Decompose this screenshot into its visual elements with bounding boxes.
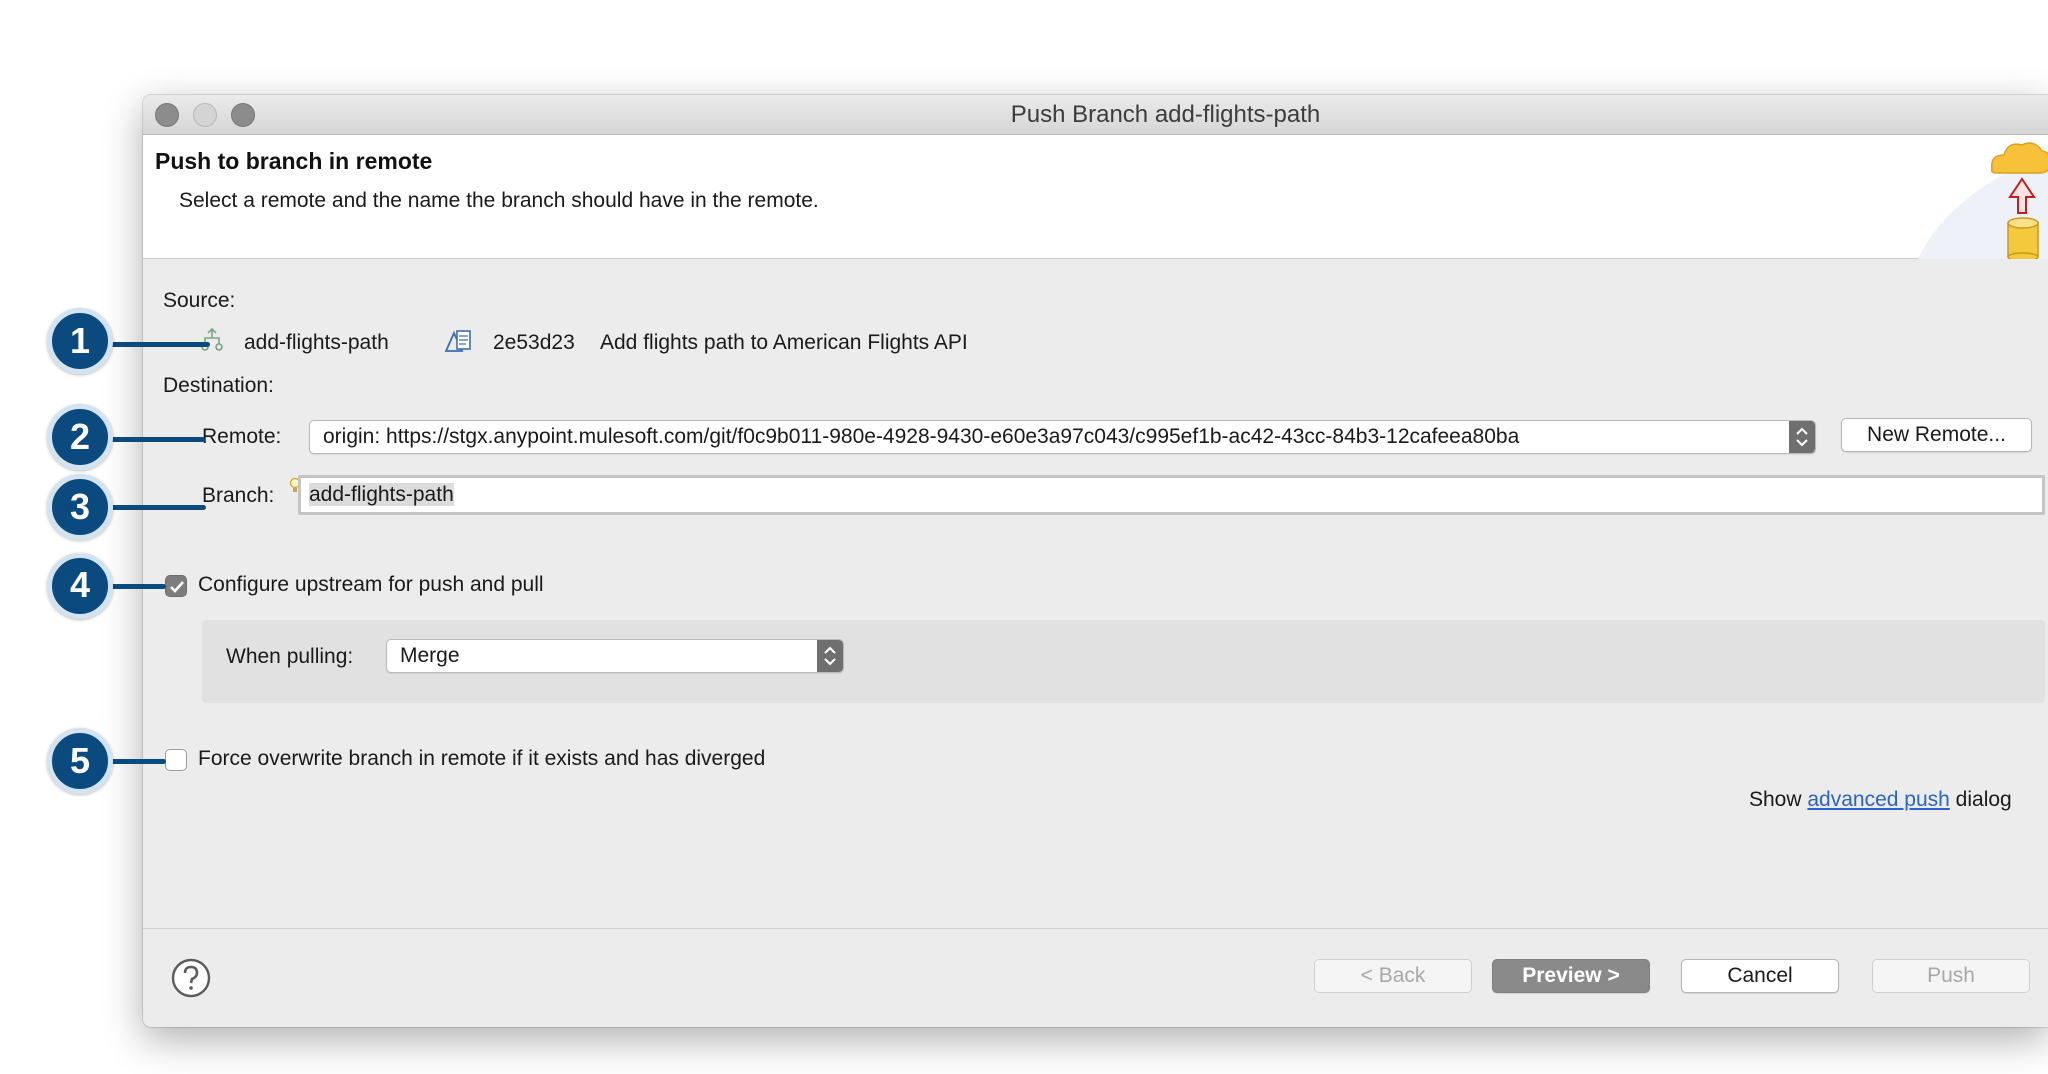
callout-badge: 2 — [47, 404, 113, 470]
when-pulling-select-value: Merge — [400, 644, 460, 667]
when-pulling-select[interactable]: Merge — [386, 639, 844, 673]
window-title: Push Branch add-flights-path — [1010, 101, 1321, 128]
source-commit-id: 2e53d23 — [493, 331, 575, 354]
push-button[interactable]: Push — [1872, 959, 2030, 993]
advanced-push-link[interactable]: advanced push — [1807, 788, 1949, 811]
push-to-cloud-icon — [1918, 142, 2048, 259]
advanced-push-prefix: Show — [1749, 788, 1802, 811]
commit-icon — [444, 330, 471, 352]
help-icon[interactable] — [170, 957, 212, 999]
select-stepper-icon — [817, 640, 843, 672]
source-commit-message: Add flights path to American Flights API — [600, 331, 968, 354]
wizard-banner: Push to branch in remote Select a remote… — [143, 135, 2048, 259]
title-bar: Push Branch add-flights-path — [143, 95, 2048, 135]
callout-leader — [110, 342, 210, 347]
when-pulling-label: When pulling: — [226, 645, 354, 668]
callout-leader — [110, 437, 205, 442]
new-remote-button[interactable]: New Remote... — [1841, 418, 2032, 452]
advanced-push-suffix: dialog — [1955, 788, 2012, 811]
push-branch-dialog: Push Branch add-flights-path Push to bra… — [143, 95, 2048, 1027]
cancel-button[interactable]: Cancel — [1681, 959, 1839, 993]
advanced-push-line: Show advanced push dialog — [1749, 788, 2012, 812]
footer-divider — [143, 928, 2048, 929]
pull-options-panel: When pulling: Merge — [202, 620, 2045, 703]
callout-leader — [110, 759, 166, 764]
branch-label: Branch: — [202, 484, 275, 507]
callout-badge: 1 — [47, 308, 113, 374]
branch-name-input-value: add-flights-path — [309, 483, 454, 506]
checkmark-icon — [170, 581, 184, 593]
callout-leader — [110, 505, 206, 510]
banner-description: Select a remote and the name the branch … — [179, 189, 819, 212]
configure-upstream-checkbox[interactable] — [165, 575, 187, 597]
preview-button[interactable]: Preview > — [1492, 959, 1650, 993]
callout-badge: 4 — [47, 553, 113, 619]
callout-badge: 3 — [47, 474, 113, 540]
branch-icon — [201, 327, 223, 351]
source-branch-name: add-flights-path — [244, 331, 389, 354]
source-label: Source: — [163, 289, 236, 312]
remote-select-value: origin: https://stgx.anypoint.mulesoft.c… — [323, 425, 1520, 448]
select-stepper-icon — [1789, 421, 1815, 453]
branch-name-input[interactable]: add-flights-path — [298, 475, 2045, 515]
back-button[interactable]: < Back — [1314, 959, 1472, 993]
force-overwrite-label: Force overwrite branch in remote if it e… — [198, 747, 766, 770]
callout-badge: 5 — [47, 728, 113, 794]
remote-select[interactable]: origin: https://stgx.anypoint.mulesoft.c… — [309, 420, 1816, 454]
configure-upstream-label: Configure upstream for push and pull — [198, 573, 544, 596]
callout-leader — [110, 584, 166, 589]
force-overwrite-checkbox[interactable] — [165, 749, 187, 771]
destination-label: Destination: — [163, 374, 274, 397]
remote-label: Remote: — [202, 425, 282, 448]
banner-title: Push to branch in remote — [155, 148, 433, 174]
